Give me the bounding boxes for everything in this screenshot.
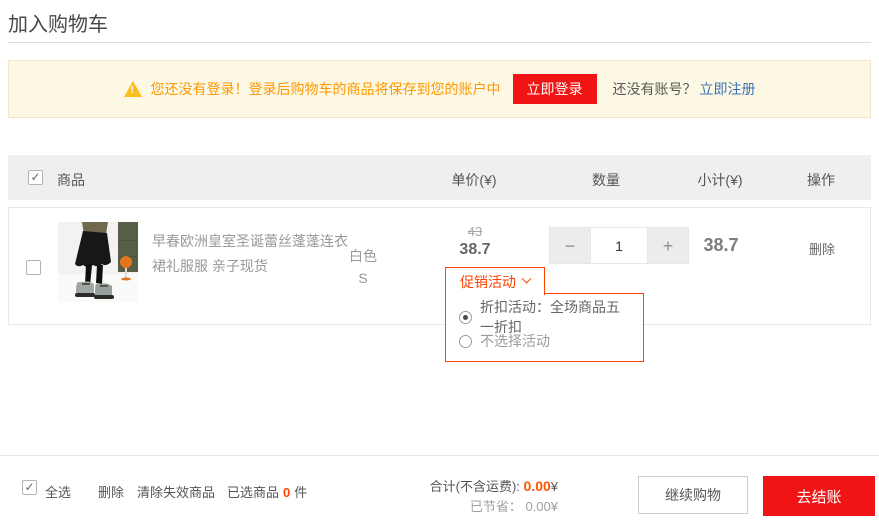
register-now-link[interactable]: 立即注册 [700, 79, 756, 99]
product-title[interactable]: 早春欧洲皇室圣诞蕾丝蓬蓬连衣裙礼服服 亲子现货 [152, 229, 350, 279]
selected-count-value: 0 [283, 485, 290, 500]
clear-invalid-link[interactable]: 清除失效商品 [137, 482, 215, 501]
quantity-decrease-button[interactable]: − [550, 228, 590, 263]
column-header-quantity: 数量 [592, 170, 620, 190]
select-all-footer-checkbox[interactable]: ✓ [22, 480, 37, 495]
column-header-product: 商品 [57, 170, 85, 190]
product-color: 白色 [331, 245, 395, 267]
saved-line: 已节省： 0.00¥ [360, 497, 558, 517]
quantity-stepper: − + [549, 227, 689, 264]
totals-block: 合计(不含运费): 0.00¥ 已节省： 0.00¥ [360, 476, 558, 517]
column-header-unit-price: 单价(¥) [451, 170, 496, 190]
page-title: 加入购物车 [8, 8, 108, 37]
cart-item-row: 早春欧洲皇室圣诞蕾丝蓬蓬连衣裙礼服服 亲子现货 白色 S 43 38.7 − +… [8, 207, 871, 325]
total-currency: ¥ [551, 479, 558, 494]
product-size: S [331, 267, 395, 289]
column-header-subtotal: 小计(¥) [697, 170, 742, 190]
promotion-dropdown-panel: 折扣活动：全场商品五一折扣 不选择活动 [445, 293, 644, 362]
item-subtotal: 38.7 [703, 235, 738, 256]
column-header-action: 操作 [807, 170, 835, 190]
selected-count-text: 已选商品0件 [227, 482, 307, 501]
select-all-label[interactable]: 全选 [45, 482, 71, 501]
product-image[interactable] [58, 222, 138, 302]
product-variant: 白色 S [331, 245, 395, 289]
saved-value: 0.00¥ [525, 499, 558, 514]
saved-label: 已节省： [470, 499, 522, 514]
select-all-header-checkbox[interactable]: ✓ [28, 170, 43, 185]
login-now-button[interactable]: 立即登录 [513, 74, 597, 104]
no-account-text: 还没有账号？ [613, 79, 697, 99]
quantity-increase-button[interactable]: + [648, 228, 688, 263]
quantity-input[interactable] [590, 228, 648, 263]
checkout-button[interactable]: 去结账 [763, 476, 875, 516]
total-line: 合计(不含运费): 0.00¥ [360, 476, 558, 497]
total-value: 0.00 [524, 478, 551, 494]
login-warning-banner: ! 您还没有登录！登录后购物车的商品将保存到您的账户中 立即登录 还没有账号？ … [8, 60, 871, 118]
login-warning-text: 您还没有登录！登录后购物车的商品将保存到您的账户中 [151, 79, 501, 99]
promotion-option-discount[interactable]: 折扣活动：全场商品五一折扣 [459, 305, 630, 329]
title-divider [8, 42, 871, 43]
cart-page: 加入购物车 ! 您还没有登录！登录后购物车的商品将保存到您的账户中 立即登录 还… [0, 0, 879, 524]
promotion-dropdown-toggle[interactable]: 促销活动 [445, 267, 545, 295]
chevron-down-icon [522, 274, 532, 284]
item-checkbox[interactable] [26, 260, 41, 275]
continue-shopping-button[interactable]: 继续购物 [638, 476, 748, 514]
promotion-option-label: 不选择活动 [480, 331, 550, 351]
footer-delete-link[interactable]: 删除 [98, 482, 124, 501]
radio-unselected-icon[interactable] [459, 335, 472, 348]
cart-table-header: ✓ 商品 单价(¥) 数量 小计(¥) 操作 [8, 155, 871, 200]
radio-selected-icon[interactable] [459, 311, 472, 324]
warning-icon: ! [124, 81, 142, 97]
original-price: 43 [459, 224, 490, 240]
promotion-label: 促销活动 [460, 272, 516, 292]
price-block: 43 38.7 [459, 224, 490, 259]
current-price: 38.7 [459, 240, 490, 259]
total-label: 合计(不含运费): [430, 479, 520, 494]
item-delete-link[interactable]: 删除 [809, 239, 835, 258]
cart-footer-bar: ✓ 全选 删除 清除失效商品 已选商品0件 合计(不含运费): 0.00¥ 已节… [0, 455, 879, 524]
